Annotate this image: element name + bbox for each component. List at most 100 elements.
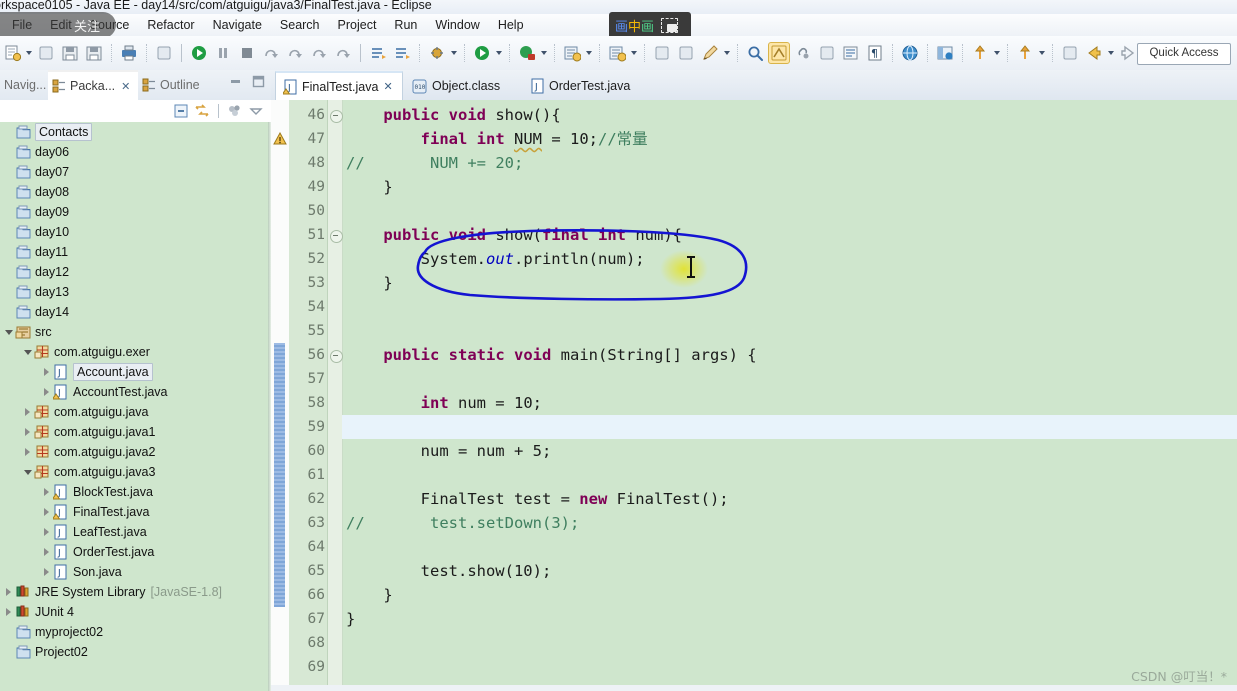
tree-item[interactable]: J Account.java — [0, 362, 268, 382]
new-wizard-icon[interactable] — [1, 42, 23, 64]
chevron-right-icon[interactable] — [40, 542, 53, 562]
code-line[interactable]: 62 FinalTest test = new FinalTest(); — [271, 487, 1237, 511]
code-line[interactable]: 65 test.show(10); — [271, 559, 1237, 583]
tree-item[interactable]: com.atguigu.java3 — [0, 462, 268, 482]
tree-item[interactable]: J OrderTest.java — [0, 542, 268, 562]
chevron-right-icon[interactable] — [2, 582, 15, 602]
close-icon[interactable]: ✕ — [383, 80, 392, 93]
menu-item-refactor[interactable]: Refactor — [138, 14, 203, 36]
show-whitespace-icon[interactable] — [840, 42, 862, 64]
format-icon[interactable]: ¶ — [864, 42, 886, 64]
chevron-right-icon[interactable] — [40, 522, 53, 542]
previous-annotation-icon[interactable] — [1059, 42, 1081, 64]
tree-item[interactable]: JUnit 4 — [0, 602, 268, 622]
view-tab-outline[interactable]: Outline — [138, 70, 218, 100]
tree-item[interactable]: com.atguigu.java — [0, 402, 268, 422]
menu-item-search[interactable]: Search — [271, 14, 329, 36]
code-line[interactable]: 59 — [271, 415, 1237, 439]
chevron-down-icon[interactable] — [21, 342, 34, 362]
tree-item[interactable]: J LeafTest.java — [0, 522, 268, 542]
tree-item[interactable]: day12 — [0, 262, 268, 282]
code-editor[interactable]: 46 public void show(){47 final int NUM =… — [271, 100, 1237, 691]
chevron-right-icon[interactable] — [2, 602, 15, 622]
java-perspective-icon[interactable] — [934, 42, 956, 64]
print-icon[interactable] — [118, 42, 140, 64]
editor-tab-ordertestjava[interactable]: J OrderTest.java — [523, 71, 649, 100]
debug-step-icon[interactable] — [188, 42, 210, 64]
code-line[interactable]: 57 — [271, 367, 1237, 391]
code-line[interactable]: 68 — [271, 631, 1237, 655]
menu-item-run[interactable]: Run — [385, 14, 426, 36]
close-icon[interactable]: ✕ — [121, 80, 130, 93]
chevron-right-icon[interactable] — [40, 362, 53, 382]
chevron-down-icon[interactable] — [449, 42, 459, 64]
chevron-right-icon[interactable] — [21, 442, 34, 462]
tree-item[interactable]: JRE System Library [JavaSE-1.8] — [0, 582, 268, 602]
tree-item[interactable]: day06 — [0, 142, 268, 162]
code-line[interactable]: 63 // test.setDown(3); — [271, 511, 1237, 535]
chevron-down-icon[interactable] — [992, 42, 1002, 64]
quick-access-field[interactable]: Quick Access — [1137, 43, 1231, 65]
editor-tab-objectclass[interactable]: 010 Object.class — [405, 71, 519, 100]
undefined[interactable] — [35, 42, 57, 64]
maximize-icon[interactable] — [252, 75, 265, 88]
chevron-right-icon[interactable] — [40, 502, 53, 522]
link-with-editor-icon[interactable] — [193, 102, 211, 120]
code-line[interactable]: 53 } — [271, 271, 1237, 295]
chevron-right-icon[interactable] — [40, 562, 53, 582]
picture-in-picture-badge[interactable]: 画中画 — [609, 12, 691, 39]
chevron-down-icon[interactable] — [584, 42, 594, 64]
code-line[interactable]: 46 public void show(){ — [271, 103, 1237, 127]
chevron-right-icon[interactable] — [21, 402, 34, 422]
open-folder-icon[interactable] — [675, 42, 697, 64]
code-line[interactable]: 55 — [271, 319, 1237, 343]
chevron-down-icon[interactable] — [1037, 42, 1047, 64]
tree-item[interactable]: day10 — [0, 222, 268, 242]
save-all-icon[interactable] — [83, 42, 105, 64]
terminate-icon[interactable] — [236, 42, 258, 64]
collapse-all-icon[interactable] — [172, 102, 190, 120]
new-java-project-icon[interactable] — [561, 42, 583, 64]
view-menu-chevron-icon[interactable] — [247, 102, 265, 120]
code-line[interactable]: 56 public static void main(String[] args… — [271, 343, 1237, 367]
view-menu-dots-icon[interactable] — [226, 102, 244, 120]
code-line[interactable]: 58 int num = 10; — [271, 391, 1237, 415]
step-return-icon[interactable] — [308, 42, 330, 64]
new-class-icon[interactable] — [606, 42, 628, 64]
chevron-down-icon[interactable] — [539, 42, 549, 64]
code-line[interactable]: 64 — [271, 535, 1237, 559]
pencil-icon[interactable] — [699, 42, 721, 64]
chevron-down-icon[interactable] — [629, 42, 639, 64]
search-icon[interactable] — [744, 42, 766, 64]
previous-edit-icon[interactable] — [969, 42, 991, 64]
back-icon[interactable] — [1083, 42, 1105, 64]
suspend-icon[interactable] — [212, 42, 234, 64]
menu-item-help[interactable]: Help — [489, 14, 533, 36]
tree-item[interactable]: J FinalTest.java — [0, 502, 268, 522]
chevron-right-icon[interactable] — [40, 482, 53, 502]
web-browser-icon[interactable] — [899, 42, 921, 64]
tree-item[interactable]: Contacts — [0, 122, 268, 142]
menu-item-project[interactable]: Project — [329, 14, 386, 36]
step-into-icon[interactable] — [260, 42, 282, 64]
view-tab-navig[interactable]: Navig... — [0, 70, 48, 100]
link-icon[interactable] — [792, 42, 814, 64]
open-resource-icon[interactable] — [651, 42, 673, 64]
toggle-breakpoint-icon[interactable] — [153, 42, 175, 64]
next-annotation-icon[interactable] — [367, 42, 389, 64]
chevron-right-icon[interactable] — [21, 422, 34, 442]
code-line[interactable]: 69 — [271, 655, 1237, 679]
tree-item[interactable]: J AccountTest.java — [0, 382, 268, 402]
code-line[interactable]: 48 // NUM += 20; — [271, 151, 1237, 175]
code-line[interactable]: 66 } — [271, 583, 1237, 607]
tree-item[interactable]: Project02 — [0, 642, 268, 662]
code-line[interactable]: 51 public void show(final int num){ — [271, 223, 1237, 247]
chevron-down-icon[interactable] — [722, 42, 732, 64]
package-explorer-tree[interactable]: Contacts day06 day07 day08 day09 day10 day11 da… — [0, 122, 268, 691]
chevron-down-icon[interactable] — [24, 42, 34, 64]
view-tab-packa[interactable]: Packa... ✕ — [48, 70, 138, 100]
code-line[interactable]: 54 — [271, 295, 1237, 319]
chevron-right-icon[interactable] — [40, 382, 53, 402]
tree-item[interactable]: day08 — [0, 182, 268, 202]
code-line[interactable]: 67} — [271, 607, 1237, 631]
